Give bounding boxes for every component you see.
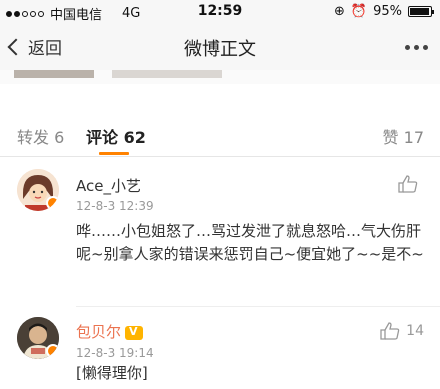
comment-time: 12-8-3 12:39: [76, 199, 154, 213]
interaction-tabs: 转发 6 评论 62 赞 17: [0, 112, 440, 157]
like-count: 14: [406, 323, 424, 339]
thumbs-up-icon: [380, 322, 400, 340]
comment-username[interactable]: 包贝尔: [76, 321, 144, 342]
comment-time: 12-8-3 19:14: [76, 346, 154, 360]
battery-icon: [408, 6, 434, 17]
section-gap: [0, 84, 440, 113]
more-options-button[interactable]: [405, 45, 428, 50]
member-badge-icon: [46, 196, 59, 210]
comment-item[interactable]: 包贝尔 12-8-3 19:14 14 [懒得理你]: [0, 307, 440, 389]
battery-percent: 95%: [373, 4, 402, 19]
tab-repost[interactable]: 转发 6: [17, 124, 64, 148]
status-bar: 中国电信 4G 12:59 ⊕ ⏰ 95%: [0, 0, 440, 24]
tab-comments[interactable]: 评论 62: [86, 124, 146, 148]
alarm-icon: ⏰: [350, 4, 368, 19]
thumbs-up-icon: [398, 175, 418, 193]
page-title: 微博正文: [184, 39, 256, 60]
comment-text: 哗……小包姐怒了…骂过发泄了就息怒哈…气大伤肝呢~别拿人家的错误来惩罚自己~便宜…: [76, 222, 424, 263]
avatar[interactable]: [17, 317, 59, 359]
previous-content-strip: [0, 70, 440, 84]
verified-badge-icon: [46, 344, 59, 358]
comment-username[interactable]: Ace_小艺: [76, 175, 141, 196]
avatar[interactable]: [17, 169, 59, 211]
vip-icon: [125, 325, 144, 340]
like-button[interactable]: [398, 175, 424, 193]
lock-rotation-icon: ⊕: [334, 4, 345, 19]
like-button[interactable]: 14: [380, 322, 424, 340]
active-tab-indicator: [99, 152, 129, 155]
comment-text: [懒得理你]: [76, 364, 148, 382]
tab-likes[interactable]: 赞 17: [383, 124, 424, 148]
nav-bar: 返回 微博正文: [0, 24, 440, 71]
comment-item[interactable]: Ace_小艺 12-8-3 12:39 哗……小包姐怒了…骂过发泄了就息怒哈…气…: [0, 157, 440, 307]
